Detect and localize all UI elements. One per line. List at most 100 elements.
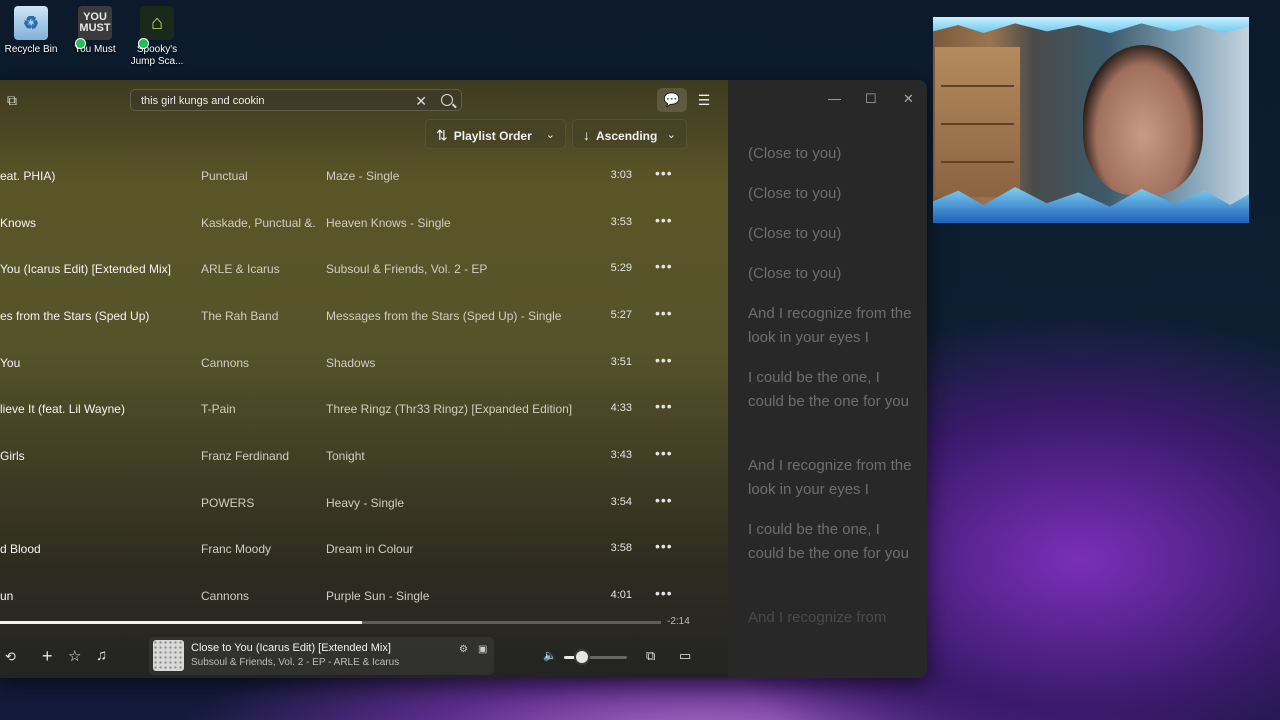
seek-bar[interactable] [0,621,661,624]
track-duration: 3:54 [610,496,632,508]
minimize-icon[interactable]: — [828,91,841,106]
sort-direction-dropdown[interactable]: ↓ Ascending ⌄ [572,119,687,149]
table-row[interactable]: eat. PHIA) Punctual Maze - Single 3:03 •… [0,154,728,200]
more-options-icon[interactable]: ••• [655,538,673,554]
now-playing-subtitle[interactable]: Subsoul & Friends, Vol. 2 - EP - ARLE & … [191,657,399,668]
track-duration: 3:53 [610,216,632,228]
track-album[interactable]: Heavy - Single [326,496,404,510]
track-album[interactable]: Three Ringz (Thr33 Ringz) [Expanded Edit… [326,402,572,416]
table-row[interactable]: Girls Franz Ferdinand Tonight 3:43 ••• [0,434,728,480]
more-options-icon[interactable]: ••• [655,585,673,601]
track-artist[interactable]: Franc Moody [201,542,316,556]
playlist-pane: ⧉ this girl kungs and cookin ✕ 💬 ☰ ⇅ Play… [0,80,728,678]
table-row[interactable]: Knows Kaskade, Punctual &... Heaven Know… [0,201,728,247]
track-album[interactable]: Tonight [326,449,365,463]
settings-icon[interactable]: ⚙ [459,644,468,655]
more-options-icon[interactable]: ••• [655,398,673,414]
more-options-icon[interactable]: ••• [655,212,673,228]
repeat-icon[interactable]: ⟲ [5,649,16,665]
table-row[interactable]: un Cannons Purple Sun - Single 4:01 ••• [0,574,728,620]
lyric-line[interactable]: And I recognize from [748,606,918,630]
lyric-line[interactable]: (Close to you) [748,142,918,166]
sync-check-icon [138,38,149,49]
lyric-line[interactable]: (Close to you) [748,262,918,286]
track-album[interactable]: Messages from the Stars (Sped Up) - Sing… [326,309,561,323]
track-title: lieve It (feat. Lil Wayne) [0,402,125,416]
track-artist[interactable]: Cannons [201,589,316,603]
desktop-icon-label: Spooky's Jump Sca... [130,44,184,67]
track-title: Girls [0,449,25,463]
track-title: eat. PHIA) [0,169,56,183]
sort-order-dropdown[interactable]: ⇅ Playlist Order ⌄ [425,119,566,149]
more-options-icon[interactable]: ••• [655,492,673,508]
lyric-line[interactable]: (Close to you) [748,182,918,206]
track-artist[interactable]: POWERS [201,496,316,510]
track-artist[interactable]: ARLE & Icarus [201,262,316,276]
maximize-icon[interactable]: ☐ [865,91,877,107]
table-row[interactable]: lieve It (feat. Lil Wayne) T-Pain Three … [0,387,728,433]
track-album[interactable]: Subsoul & Friends, Vol. 2 - EP [326,262,487,276]
search-box[interactable]: this girl kungs and cookin ✕ [130,89,462,111]
volume-slider[interactable] [564,651,627,663]
track-artist[interactable]: Franz Ferdinand [201,449,316,463]
track-title: es from the Stars (Sped Up) [0,309,150,323]
track-artist[interactable]: Punctual [201,169,316,183]
miniplayer-icon[interactable]: ⧉ [7,92,17,109]
sort-direction-label: Ascending [596,129,658,143]
search-icon[interactable] [441,94,453,106]
more-options-icon[interactable]: ••• [655,258,673,274]
track-duration: 3:51 [610,356,632,368]
track-artist[interactable]: The Rah Band [201,309,316,323]
track-artist[interactable]: Kaskade, Punctual &... [201,216,316,230]
lock-icon[interactable]: ▣ [478,644,487,655]
sort-arrows-icon: ⇅ [436,127,448,143]
sort-ascending-icon: ↓ [583,127,590,143]
search-input[interactable]: this girl kungs and cookin [141,95,265,107]
desktop-icon-label: Recycle Bin [4,44,58,55]
close-icon[interactable]: ✕ [903,91,914,107]
track-album[interactable]: Shadows [326,356,375,370]
desktop-icon-recycle-bin[interactable]: ♻ Recycle Bin [1,4,61,56]
webcam-dresser [935,47,1020,197]
cast-icon[interactable]: ⧉ [646,648,655,664]
track-duration: 3:03 [610,169,632,181]
lyrics-toggle-button[interactable]: 💬 [657,88,687,112]
track-duration: 3:58 [610,542,632,554]
music-app-window: ⧉ this girl kungs and cookin ✕ 💬 ☰ ⇅ Play… [0,80,927,678]
table-row[interactable]: d Blood Franc Moody Dream in Colour 3:58… [0,527,728,573]
track-album[interactable]: Heaven Knows - Single [326,216,451,230]
lyric-line[interactable]: I could be the one, I could be the one f… [748,518,918,566]
lyric-line[interactable]: I could be the one, I could be the one f… [748,366,918,414]
more-options-icon[interactable]: ••• [655,352,673,368]
now-playing-card[interactable]: Close to You (Icarus Edit) [Extended Mix… [149,637,494,675]
desktop-icon-spookys[interactable]: ⌂ Spooky's Jump Sca... [127,4,187,68]
queue-list-button[interactable]: ☰ [692,88,716,112]
star-icon[interactable]: ☆ [68,647,81,665]
chevron-down-icon: ⌄ [545,129,555,141]
track-album[interactable]: Maze - Single [326,169,399,183]
add-icon[interactable]: + [42,646,53,667]
more-options-icon[interactable]: ••• [655,305,673,321]
track-album[interactable]: Purple Sun - Single [326,589,429,603]
fullscreen-icon[interactable]: ▭ [679,648,691,664]
volume-knob[interactable] [575,651,588,663]
table-row[interactable]: You Cannons Shadows 3:51 ••• [0,341,728,387]
track-album[interactable]: Dream in Colour [326,542,413,556]
track-artist[interactable]: T-Pain [201,402,316,416]
table-row[interactable]: POWERS Heavy - Single 3:54 ••• [0,481,728,527]
chevron-down-icon: ⌄ [666,129,676,141]
volume-icon[interactable]: 🔈 [543,649,557,662]
table-row[interactable]: You (Icarus Edit) [Extended Mix] ARLE & … [0,247,728,293]
lyric-line[interactable]: And I recognize from the look in your ey… [748,454,918,502]
desktop-icon-you-must[interactable]: YOU MUST You Must [65,4,125,56]
lyric-line[interactable]: (Close to you) [748,222,918,246]
more-options-icon[interactable]: ••• [655,445,673,461]
clear-search-icon[interactable]: ✕ [415,90,427,112]
table-row[interactable]: es from the Stars (Sped Up) The Rah Band… [0,294,728,340]
album-art[interactable] [153,640,184,671]
lyric-line[interactable]: And I recognize from the look in your ey… [748,302,918,350]
more-options-icon[interactable]: ••• [655,165,673,181]
track-artist[interactable]: Cannons [201,356,316,370]
you-must-icon: YOU MUST [78,6,112,40]
queue-music-icon[interactable]: ♫ [96,647,107,664]
